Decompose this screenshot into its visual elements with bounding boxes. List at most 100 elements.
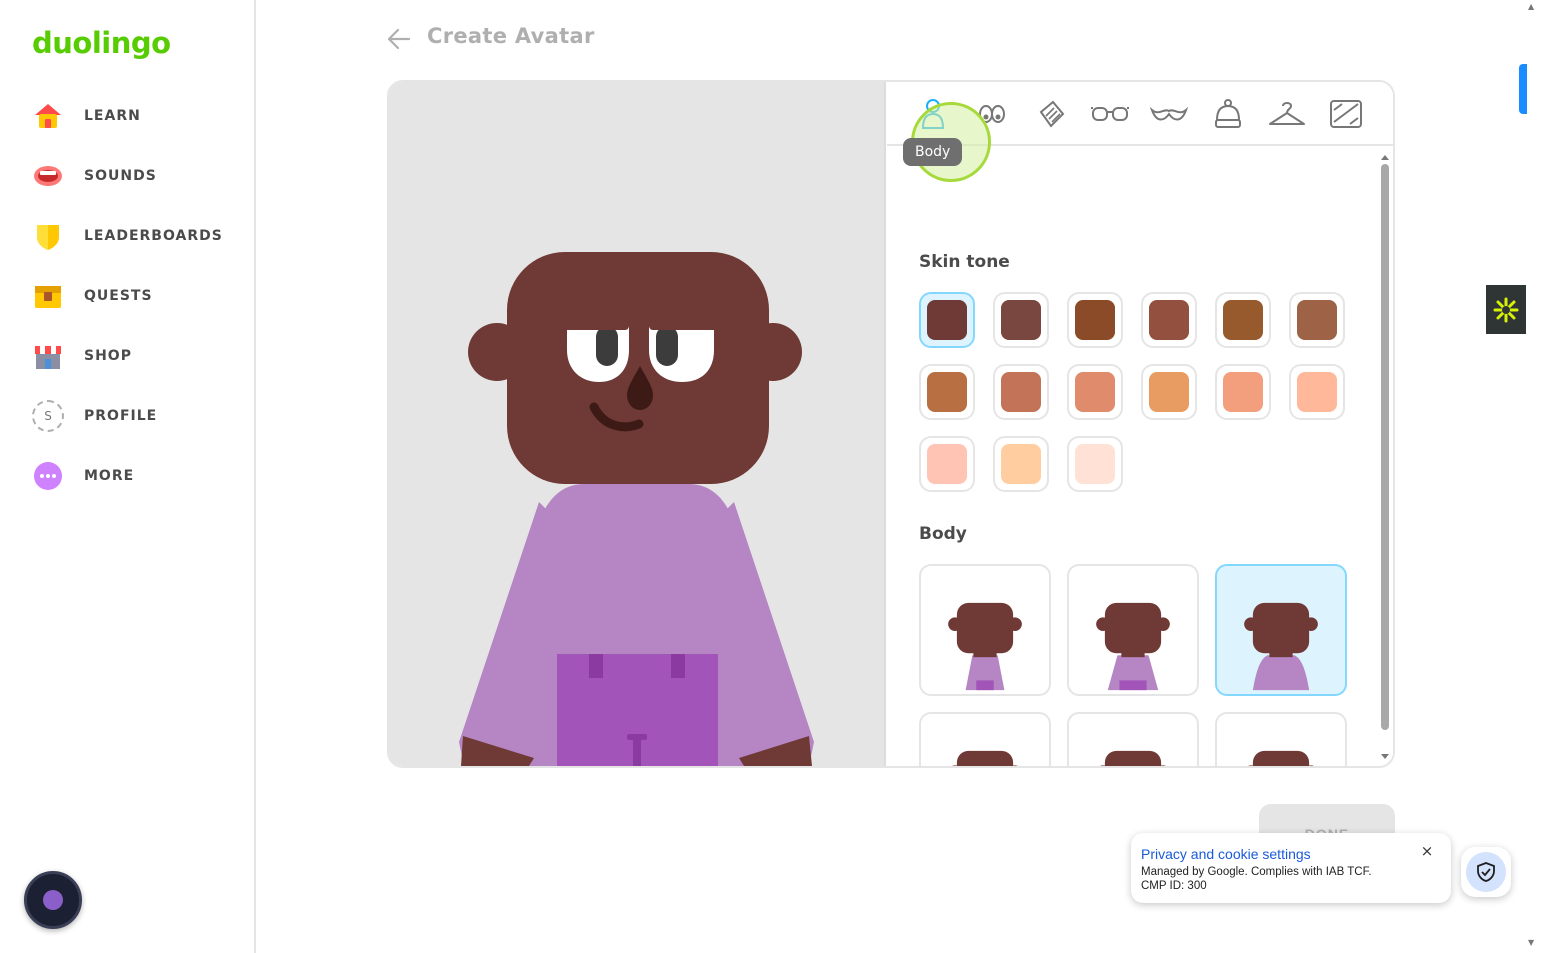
skin-tone-color	[1297, 300, 1337, 340]
skin-tone-color	[1075, 300, 1115, 340]
skin-tone-color	[1223, 300, 1263, 340]
mouth-icon	[32, 160, 64, 192]
back-arrow-icon[interactable]	[386, 26, 412, 52]
body-option-preview	[948, 602, 1022, 691]
nav-item-learn[interactable]: LEARN	[16, 90, 240, 142]
skin-tone-swatch[interactable]	[919, 436, 975, 492]
skin-tone-swatch[interactable]	[1067, 364, 1123, 420]
shop-icon	[32, 340, 64, 372]
nav-item-more[interactable]: MORE	[16, 450, 240, 502]
nav-item-leaderboards[interactable]: LEADERBOARDS	[16, 210, 240, 262]
skin-tone-color	[1149, 300, 1189, 340]
assistant-orb-icon	[43, 890, 63, 910]
body-title: Body	[919, 524, 967, 544]
close-icon[interactable]: ×	[1419, 843, 1435, 859]
avatar-figure	[459, 252, 814, 766]
skin-tone-color	[1001, 444, 1041, 484]
options-panel: Body Skin tone Body	[887, 82, 1393, 766]
privacy-shield-button[interactable]	[1461, 847, 1511, 897]
skin-tone-swatch[interactable]	[1289, 364, 1345, 420]
hair-comb-icon[interactable]	[1031, 96, 1071, 132]
assistant-orb-button[interactable]	[24, 871, 82, 929]
body-option-card[interactable]	[919, 564, 1051, 696]
page-scroll-up-icon[interactable]: ▲	[1528, 2, 1534, 11]
skin-tone-color	[1223, 372, 1263, 412]
options-scroll-area: Skin tone Body	[887, 148, 1393, 766]
body-option-card[interactable]	[919, 712, 1051, 766]
skin-tone-color	[1075, 444, 1115, 484]
duolingo-logo[interactable]: duolingo	[32, 26, 171, 60]
nav-label-leaderboards: LEADERBOARDS	[84, 228, 223, 244]
mustache-icon[interactable]	[1149, 96, 1189, 132]
nav-label-sounds: SOUNDS	[84, 168, 157, 184]
skin-tone-color	[1001, 372, 1041, 412]
body-icon[interactable]	[913, 96, 953, 132]
nav-item-sounds[interactable]: SOUNDS	[16, 150, 240, 202]
body-option-card[interactable]	[1067, 712, 1199, 766]
page-scroll-down-icon[interactable]: ▼	[1528, 938, 1534, 947]
avatar-preview	[389, 82, 886, 766]
skin-tone-color	[1297, 372, 1337, 412]
skin-tone-swatch[interactable]	[993, 436, 1049, 492]
skin-tone-color	[927, 372, 967, 412]
skin-tone-swatch[interactable]	[1289, 292, 1345, 348]
skin-tone-color	[927, 300, 967, 340]
skin-tone-swatch[interactable]	[1067, 436, 1123, 492]
cookie-description: Managed by Google. Complies with IAB TCF…	[1141, 865, 1411, 893]
cookie-settings-link[interactable]: Privacy and cookie settings	[1141, 846, 1311, 862]
background-frame-icon[interactable]	[1326, 96, 1366, 132]
skin-tone-swatch[interactable]	[1141, 292, 1197, 348]
hat-icon[interactable]	[1208, 96, 1248, 132]
app-root: duolingo LEARN SOUNDS LEADERBOARDS QUEST…	[0, 0, 1541, 953]
nav-item-quests[interactable]: QUESTS	[16, 270, 240, 322]
skin-tone-swatch[interactable]	[1215, 292, 1271, 348]
more-dots-icon	[32, 460, 64, 492]
nav-label-more: MORE	[84, 468, 135, 484]
profile-avatar-letter: S	[44, 409, 52, 423]
scroll-up-icon[interactable]	[1379, 152, 1391, 162]
home-icon	[32, 100, 64, 132]
body-option-card[interactable]	[1067, 564, 1199, 696]
scrollbar-thumb[interactable]	[1381, 164, 1389, 730]
skin-tone-swatch[interactable]	[993, 364, 1049, 420]
sparkle-widget-icon[interactable]	[1486, 285, 1526, 334]
scroll-down-icon[interactable]	[1379, 752, 1391, 762]
nav-label-profile: PROFILE	[84, 408, 158, 424]
profile-avatar-icon: S	[32, 400, 64, 432]
shield-trophy-icon	[32, 220, 64, 252]
side-tab-indicator[interactable]	[1519, 64, 1527, 114]
glasses-icon[interactable]	[1090, 96, 1130, 132]
cookie-banner: Privacy and cookie settings Managed by G…	[1131, 833, 1451, 903]
nav-label-learn: LEARN	[84, 108, 141, 124]
cookie-line-1: Managed by Google. Complies with IAB TCF…	[1141, 866, 1372, 878]
body-option-preview	[1096, 602, 1170, 691]
body-option-preview	[1248, 750, 1314, 766]
skin-tone-swatch[interactable]	[919, 292, 975, 348]
cookie-line-2: CMP ID: 300	[1141, 880, 1207, 892]
skin-tone-color	[1001, 300, 1041, 340]
skin-tone-color	[1075, 372, 1115, 412]
skin-tone-swatch[interactable]	[1067, 292, 1123, 348]
avatar-editor: Body Skin tone Body	[387, 80, 1395, 768]
skin-tone-swatch[interactable]	[919, 364, 975, 420]
skin-tone-title: Skin tone	[919, 252, 1010, 272]
sidebar: duolingo LEARN SOUNDS LEADERBOARDS QUEST…	[0, 0, 256, 953]
skin-tone-swatch[interactable]	[1215, 364, 1271, 420]
body-option-preview	[1244, 602, 1318, 691]
body-option-preview	[1100, 750, 1166, 766]
body-option-card[interactable]	[1215, 712, 1347, 766]
body-option-card[interactable]	[1215, 564, 1347, 696]
shield-check-icon	[1466, 852, 1506, 892]
hanger-icon[interactable]	[1267, 96, 1307, 132]
skin-tone-color	[1149, 372, 1189, 412]
skin-tone-swatch[interactable]	[993, 292, 1049, 348]
options-scrollbar[interactable]	[1379, 148, 1391, 766]
nav-item-profile[interactable]: S PROFILE	[16, 390, 240, 442]
category-tabs: Body	[887, 82, 1393, 182]
nav-label-shop: SHOP	[84, 348, 132, 364]
skin-tone-swatch[interactable]	[1141, 364, 1197, 420]
nav-label-quests: QUESTS	[84, 288, 153, 304]
nav-item-shop[interactable]: SHOP	[16, 330, 240, 382]
treasure-chest-icon	[32, 280, 64, 312]
eyes-icon[interactable]	[972, 96, 1012, 132]
